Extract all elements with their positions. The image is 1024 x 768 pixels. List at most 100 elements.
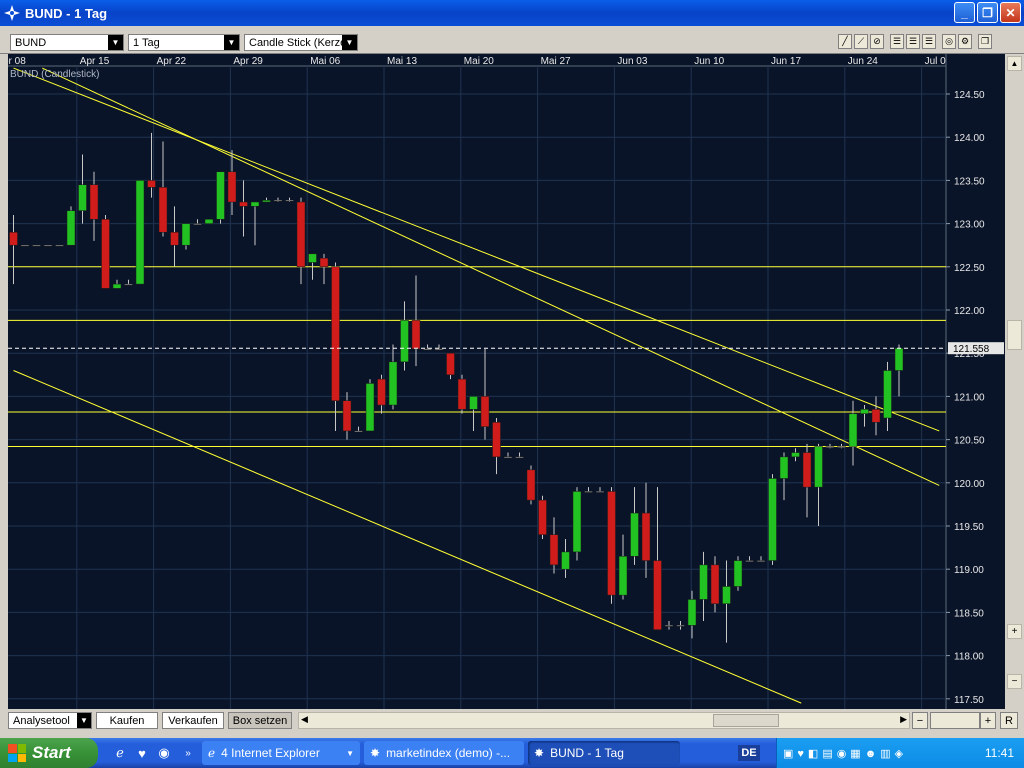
chevron-down-icon[interactable]: ▼ <box>224 35 239 50</box>
candle-body <box>170 231 179 246</box>
system-tray: ▣♥◧▤◉▦☻▥◈ 11:41 <box>776 738 1024 768</box>
buy-button[interactable]: Kaufen <box>96 712 158 729</box>
chevron-down-icon[interactable]: ▼ <box>342 35 357 50</box>
maximize-button[interactable]: ❐ <box>977 2 998 23</box>
candle-body <box>158 187 168 233</box>
layout-3-button[interactable]: ☰ <box>922 34 936 49</box>
zoom-plus-button[interactable]: + <box>1007 624 1022 639</box>
price-tick-label: 118.50 <box>954 608 984 619</box>
date-tick-label: Apr 29 <box>233 56 263 67</box>
task-bund-chart[interactable]: ✸ BUND - 1 Tag <box>528 741 680 765</box>
candle-body <box>584 491 593 493</box>
delete-lines-button[interactable]: ⊘ <box>870 34 884 49</box>
layout-1-button[interactable]: ☰ <box>890 34 904 49</box>
symbol-value: BUND <box>15 36 47 49</box>
language-indicator[interactable]: DE <box>738 745 760 761</box>
draw-trend-button[interactable]: ⟋ <box>854 34 868 49</box>
minimize-button[interactable]: _ <box>954 2 975 23</box>
sell-label: Verkaufen <box>168 714 218 727</box>
zoom-icon: ◎ <box>945 36 953 46</box>
price-tick-label: 120.50 <box>954 436 985 447</box>
task-marketindex[interactable]: ✸ marketindex (demo) -... <box>364 741 524 765</box>
scroll-up-button[interactable]: ▲ <box>1007 56 1022 71</box>
candle-body <box>641 512 651 561</box>
candle-body <box>423 348 432 351</box>
candle-body <box>492 422 501 458</box>
chevron-down-icon[interactable]: ▼ <box>108 35 123 50</box>
tray-icons[interactable]: ▣♥◧▤◉▦☻▥◈ <box>783 747 907 760</box>
arrow-right-icon[interactable]: ▶ <box>900 714 907 725</box>
sell-button[interactable]: Verkaufen <box>162 712 224 729</box>
date-tick-label: Mai 13 <box>387 56 417 67</box>
horizontal-scroll-thumb[interactable] <box>713 714 779 727</box>
more-quicklaunch-icon[interactable]: » <box>180 745 196 761</box>
task-internet-explorer[interactable]: ℯ 4 Internet Explorer ▼ <box>202 741 360 765</box>
candle-body <box>216 171 225 220</box>
draw-line-button[interactable]: ╱ <box>838 34 852 49</box>
plus-icon: + <box>1011 626 1018 637</box>
candle-body <box>135 180 145 285</box>
zoom-in-button[interactable]: ◎ <box>942 34 956 49</box>
analysis-tool-select[interactable]: Analysetool ▼ <box>8 712 92 729</box>
candle-body <box>768 478 777 561</box>
candle-body <box>526 469 536 501</box>
zoom-out-button[interactable]: − <box>912 712 928 729</box>
start-button[interactable]: Start <box>0 738 98 768</box>
price-tick-label: 124.50 <box>954 90 985 101</box>
candlestick-chart[interactable]: or 08 Apr 15 Apr 22 Apr 29 Mai 06 Mai 13 Mai 2… <box>8 54 1005 710</box>
close-icon: ✕ <box>1005 5 1016 20</box>
date-tick-label: Jun 10 <box>694 56 724 67</box>
arrow-up-icon: ▲ <box>1010 59 1019 68</box>
interval-select[interactable]: 1 Tag ▼ <box>128 34 240 51</box>
minimize-icon: _ <box>961 5 968 20</box>
candle-body <box>365 383 375 432</box>
candle-body <box>331 266 340 401</box>
detach-button[interactable]: ❐ <box>978 34 992 49</box>
price-tick-label: 122.00 <box>954 306 985 317</box>
candle-body <box>538 499 547 535</box>
candle-body <box>572 491 582 553</box>
language-label: DE <box>741 747 757 759</box>
app-quicklaunch-icon[interactable]: ◉ <box>156 745 172 761</box>
zoom-in-bottom-button[interactable]: + <box>980 712 996 729</box>
chevron-down-icon[interactable]: ▼ <box>77 713 91 728</box>
chart-type-select[interactable]: Candle Stick (Kerze ▼ <box>244 34 358 51</box>
date-tick-label: Mai 20 <box>464 56 494 67</box>
grid-icon: ☰ <box>892 36 902 46</box>
candle-body <box>779 456 789 479</box>
vertical-scrollbar[interactable]: ▲ + − <box>1005 54 1024 710</box>
reset-button[interactable]: R <box>1000 712 1018 729</box>
app-star-icon <box>4 5 20 21</box>
close-button[interactable]: ✕ <box>1000 2 1021 23</box>
chevron-down-icon: ▼ <box>346 748 354 758</box>
zoom-slider[interactable] <box>930 712 980 729</box>
analysis-tool-label: Analysetool <box>13 714 70 727</box>
zoom-minus-button[interactable]: − <box>1007 674 1022 689</box>
candle-body <box>515 456 524 459</box>
candle-body <box>733 560 743 587</box>
candle-body <box>607 491 616 596</box>
candle-body <box>745 560 754 562</box>
candle-body <box>457 378 467 410</box>
clock[interactable]: 11:41 <box>985 746 1014 760</box>
ie-quicklaunch-icon[interactable]: ℯ <box>112 745 128 761</box>
date-tick-label: Jun 17 <box>771 56 801 67</box>
chart-background <box>8 54 1005 710</box>
arrow-left-icon[interactable]: ◀ <box>301 714 308 725</box>
layout-2-button[interactable]: ☰ <box>906 34 920 49</box>
symbol-select[interactable]: BUND ▼ <box>10 34 124 51</box>
candle-body <box>446 352 455 376</box>
candle-body <box>239 201 248 207</box>
title-bar: BUND - 1 Tag _ ❐ ✕ <box>0 0 1024 26</box>
horizontal-scrollbar[interactable]: ◀ ▶ <box>298 712 910 729</box>
candle-body <box>32 244 41 247</box>
candle-body <box>653 560 662 630</box>
candle-body <box>791 452 800 458</box>
heart-quicklaunch-icon[interactable]: ♥ <box>134 745 150 761</box>
bottom-toolbar: Analysetool ▼ Kaufen Verkaufen Box setze… <box>0 709 1024 733</box>
candle-body <box>664 625 674 627</box>
candle-body <box>78 184 87 211</box>
settings-button[interactable]: ⚙ <box>958 34 972 49</box>
scroll-thumb[interactable] <box>1007 320 1022 350</box>
set-box-button[interactable]: Box setzen <box>228 712 292 729</box>
